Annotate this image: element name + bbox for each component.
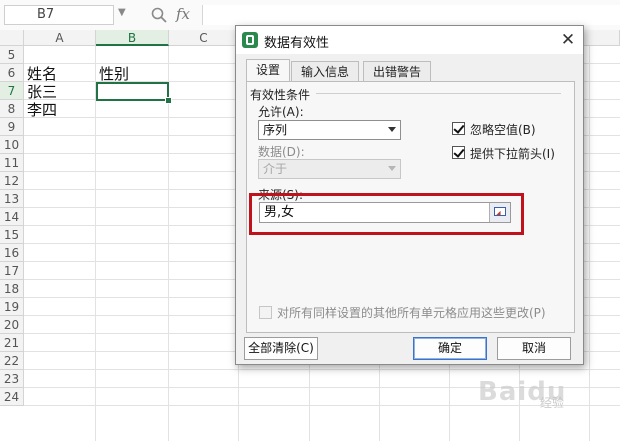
cell-a7[interactable]: 张三 bbox=[25, 83, 97, 101]
dialog-title-bar[interactable]: 数据有效性 ✕ bbox=[236, 26, 583, 54]
formula-input[interactable] bbox=[202, 5, 620, 25]
allow-label: 允许(A): bbox=[258, 105, 304, 119]
row-header-12[interactable]: 12 bbox=[0, 172, 24, 190]
select-all-corner[interactable] bbox=[0, 30, 24, 46]
row-header-9[interactable]: 9 bbox=[0, 118, 24, 136]
ok-button[interactable]: 确定 bbox=[413, 337, 487, 360]
group-divider bbox=[316, 93, 561, 94]
apply-all-label: 对所有同样设置的其他所有单元格应用这些更改(P) bbox=[277, 306, 546, 320]
row-header-5[interactable]: 5 bbox=[0, 46, 24, 64]
ignore-blank-label: 忽略空值(B) bbox=[470, 123, 536, 137]
row-header-24[interactable]: 24 bbox=[0, 388, 24, 406]
row-header-8[interactable]: 8 bbox=[0, 100, 24, 118]
column-header-a[interactable]: A bbox=[24, 30, 96, 46]
data-select: 介于 bbox=[258, 159, 401, 179]
tab-error-alert[interactable]: 出错警告 bbox=[363, 61, 432, 82]
ignore-blank-checkbox[interactable] bbox=[452, 122, 465, 135]
row-header-18[interactable]: 18 bbox=[0, 280, 24, 298]
allow-select-value: 序列 bbox=[263, 123, 288, 137]
cell-a6[interactable]: 姓名 bbox=[25, 65, 97, 83]
row-header-21[interactable]: 21 bbox=[0, 334, 24, 352]
row-header-11[interactable]: 11 bbox=[0, 154, 24, 172]
tab-settings[interactable]: 设置 bbox=[246, 59, 291, 82]
row-header-20[interactable]: 20 bbox=[0, 316, 24, 334]
row-header-19[interactable]: 19 bbox=[0, 298, 24, 316]
data-label: 数据(D): bbox=[258, 145, 305, 159]
tab-input-message[interactable]: 输入信息 bbox=[291, 61, 360, 82]
data-select-value: 介于 bbox=[263, 162, 288, 176]
in-cell-dropdown-checkbox[interactable] bbox=[452, 146, 465, 159]
name-box[interactable]: B7 bbox=[4, 5, 114, 25]
selected-cell-b7[interactable] bbox=[96, 82, 169, 101]
in-cell-dropdown-label: 提供下拉箭头(I) bbox=[470, 147, 555, 161]
dialog-title: 数据有效性 bbox=[264, 36, 330, 51]
row-header-16[interactable]: 16 bbox=[0, 244, 24, 262]
row-header-17[interactable]: 17 bbox=[0, 262, 24, 280]
row-header-23[interactable]: 23 bbox=[0, 370, 24, 388]
row-header-22[interactable]: 22 bbox=[0, 352, 24, 370]
magnifier-icon[interactable] bbox=[150, 6, 168, 24]
row-header-14[interactable]: 14 bbox=[0, 208, 24, 226]
column-header-c[interactable]: C bbox=[169, 30, 239, 46]
row-header-7[interactable]: 7 bbox=[0, 82, 24, 100]
cancel-button[interactable]: 取消 bbox=[497, 337, 571, 360]
name-box-dropdown-icon[interactable]: ▼ bbox=[118, 7, 126, 18]
column-header-b[interactable]: B bbox=[96, 30, 169, 46]
validation-criteria-heading: 有效性条件 bbox=[250, 88, 311, 102]
baidu-watermark-sub: 经验 bbox=[540, 396, 565, 410]
cell-a8[interactable]: 李四 bbox=[25, 101, 97, 119]
source-highlight-box bbox=[249, 193, 524, 235]
row-header-6[interactable]: 6 bbox=[0, 64, 24, 82]
grid-col-line bbox=[168, 46, 169, 441]
app-icon bbox=[242, 32, 258, 48]
row-header-10[interactable]: 10 bbox=[0, 136, 24, 154]
clear-all-button[interactable]: 全部清除(C) bbox=[244, 337, 318, 360]
allow-select[interactable]: 序列 bbox=[258, 120, 401, 140]
close-icon[interactable]: ✕ bbox=[558, 30, 578, 50]
fill-handle[interactable] bbox=[165, 97, 172, 104]
row-header-15[interactable]: 15 bbox=[0, 226, 24, 244]
grid-row-line bbox=[24, 369, 620, 370]
chevron-down-icon bbox=[388, 127, 396, 132]
grid-col-line bbox=[589, 46, 590, 441]
cell-b6[interactable]: 性别 bbox=[97, 65, 169, 83]
apply-all-checkbox bbox=[259, 306, 272, 319]
row-header-13[interactable]: 13 bbox=[0, 190, 24, 208]
fx-icon[interactable]: fx bbox=[176, 5, 190, 23]
chevron-down-icon bbox=[388, 166, 396, 171]
